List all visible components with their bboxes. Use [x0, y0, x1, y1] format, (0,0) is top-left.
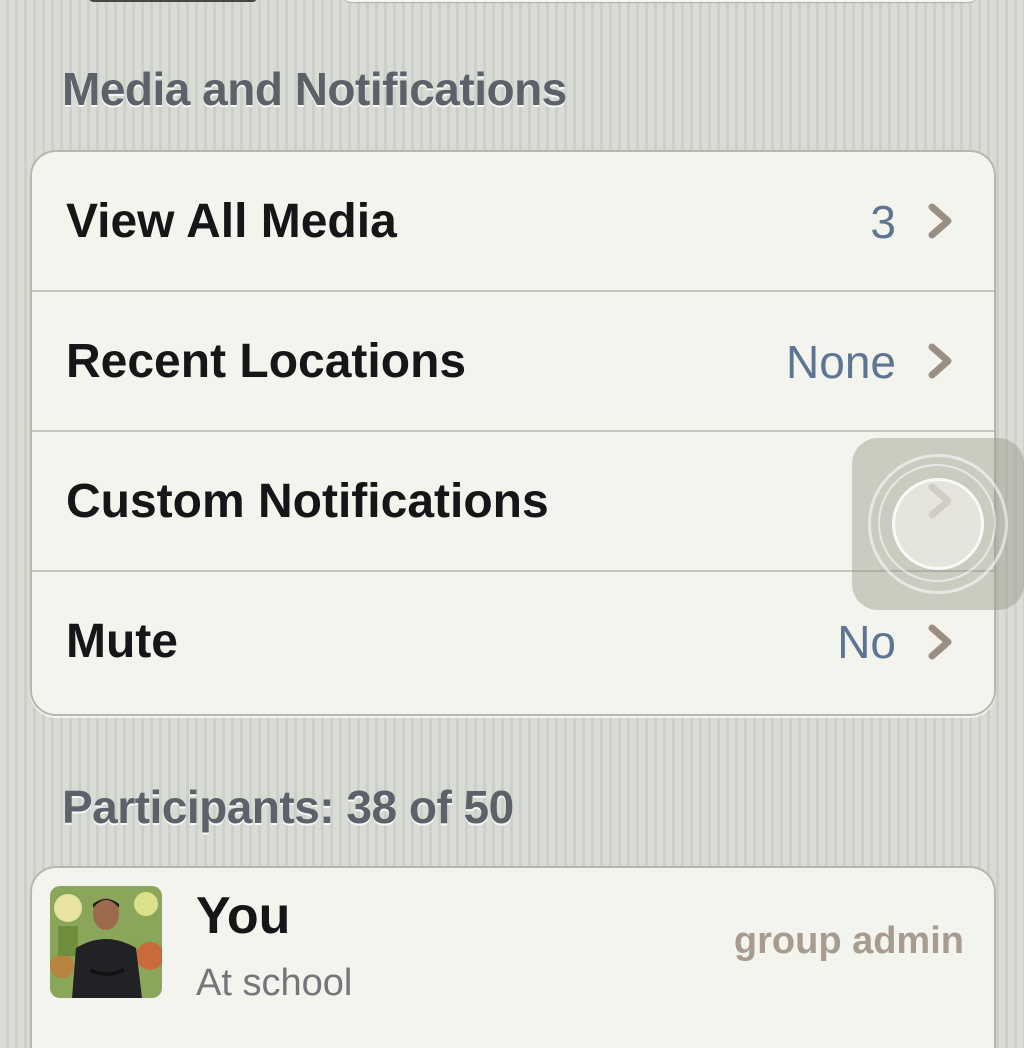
avatar — [50, 886, 162, 998]
row-label: View All Media — [66, 195, 397, 248]
recent-locations-row[interactable]: Recent Locations None — [32, 292, 994, 432]
row-label: Mute — [66, 615, 178, 668]
section-header-participants: Participants: 38 of 50 — [62, 781, 514, 833]
row-value: 3 — [870, 196, 896, 248]
row-value: None — [786, 336, 896, 388]
section-header-media: Media and Notifications — [62, 63, 567, 115]
row-label: Recent Locations — [66, 335, 467, 388]
avatar-photo — [50, 886, 162, 998]
view-all-media-row[interactable]: View All Media 3 — [32, 152, 994, 292]
row-label: Custom Notifications — [66, 475, 549, 528]
assistive-touch-icon — [892, 478, 984, 570]
chevron-right-icon — [928, 343, 952, 379]
chevron-right-icon — [928, 203, 952, 239]
mute-row[interactable]: Mute No — [32, 572, 994, 712]
media-settings-group: View All Media 3 Recent Locations None C… — [30, 150, 996, 716]
participants-group: You At school group admin — [30, 866, 996, 1048]
chevron-right-icon — [928, 624, 952, 660]
participant-name: You — [196, 887, 291, 945]
participant-role-badge: group admin — [733, 920, 964, 962]
participant-status: At school — [196, 962, 353, 1004]
assistive-touch-button[interactable] — [852, 438, 1024, 610]
previous-section-edge — [88, 0, 258, 2]
custom-notifications-row[interactable]: Custom Notifications — [32, 432, 994, 572]
previous-group-edge — [340, 0, 980, 2]
